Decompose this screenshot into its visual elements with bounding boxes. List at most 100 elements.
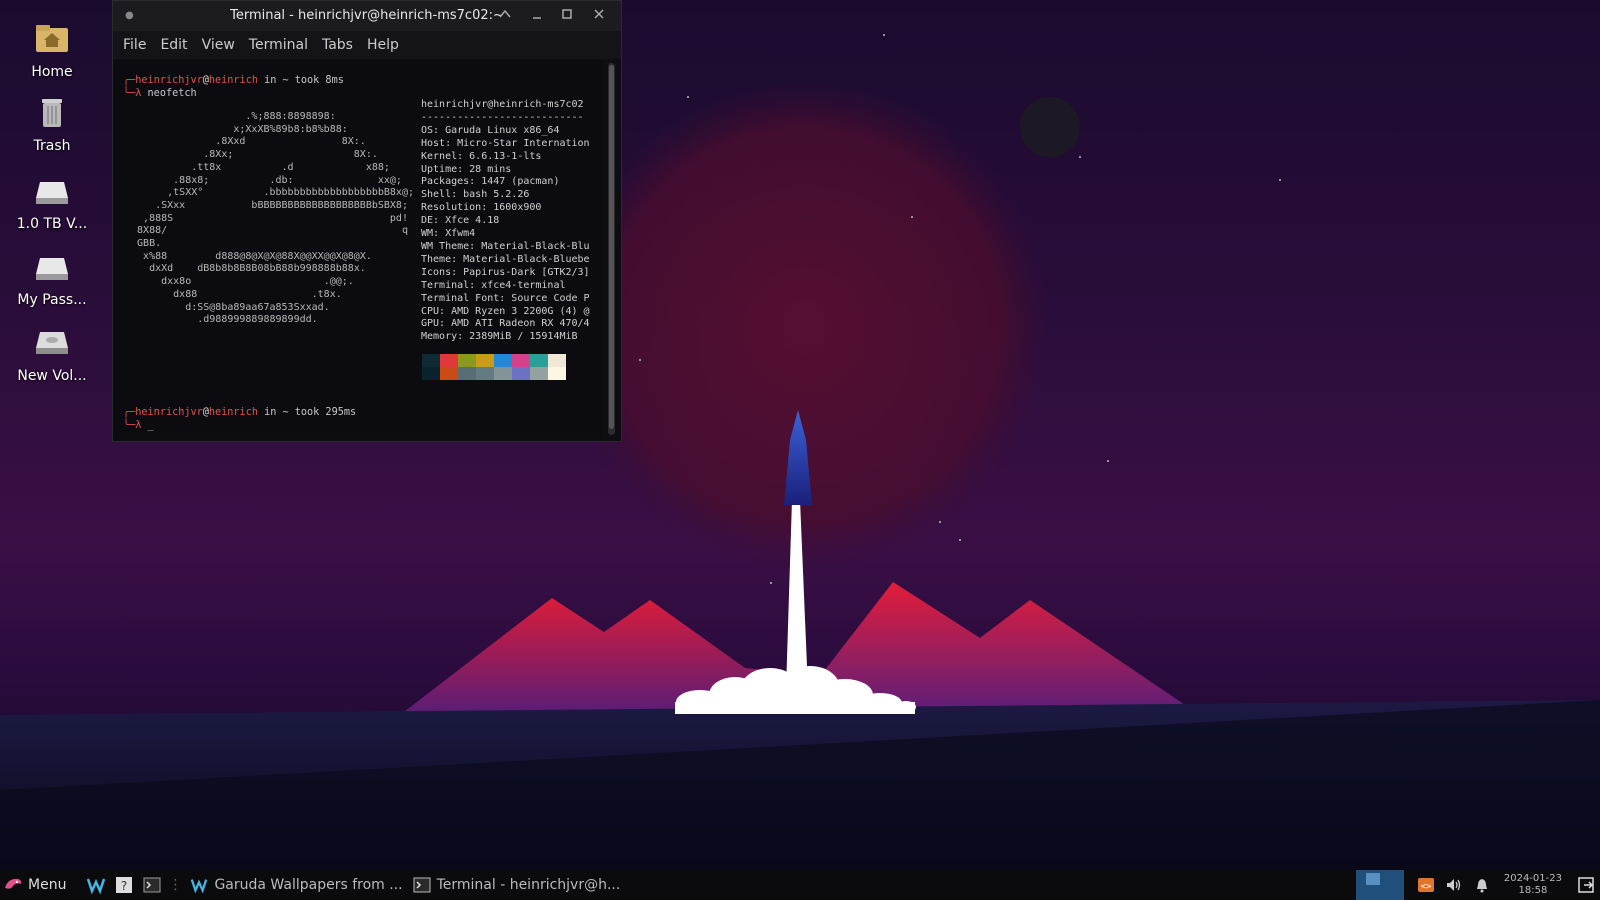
launcher-help[interactable]: ? (114, 875, 134, 895)
garuda-wallpaper-icon (191, 879, 208, 894)
code-icon: <> (1417, 878, 1434, 892)
neofetch-info-line: WM: Xfwm4 (421, 228, 476, 240)
minimize-icon (533, 17, 541, 19)
menu-label: Menu (28, 877, 67, 893)
system-tray: <> 2024-01-23 18:58 (1355, 870, 1600, 900)
workspace-switcher[interactable] (1355, 870, 1404, 900)
bell-icon (1476, 879, 1487, 893)
prompt-line-2: ╭─heinrichjvr@heinrich in ~ took 295ms (123, 407, 357, 418)
desktop-icon-label: Home (31, 64, 73, 80)
neofetch-info-line: CPU: AMD Ryzen 3 2200G (4) @ (421, 305, 590, 317)
neofetch-ascii-logo: .%;888:8898898: x;XxXB%89b8:b8%b88: .8Xx… (137, 111, 414, 326)
menu-view[interactable]: View (202, 37, 235, 53)
garuda-w-icon (87, 878, 106, 895)
notifications-button[interactable] (1472, 875, 1492, 895)
command-line-2[interactable]: ╰─λ _ (123, 419, 154, 432)
color-swatch (476, 367, 494, 380)
desktop-icon-label: 1.0 TB V... (16, 216, 88, 232)
neofetch-info: heinrichjvr@heinrich-ms7c02 -------------… (421, 99, 590, 344)
color-swatches (422, 354, 567, 380)
neofetch-info-line: Terminal Font: Source Code P (421, 292, 590, 304)
svg-text:?: ? (121, 879, 127, 893)
neofetch-info-line: --------------------------- (421, 111, 584, 123)
task-label: Terminal - heinrichjvr@h... (436, 877, 621, 893)
terminal-output[interactable]: ╭─heinrichjvr@heinrich in ~ took 8ms ╰─λ… (113, 61, 603, 439)
drive-icon (36, 332, 68, 354)
launcher-terminal[interactable] (142, 875, 162, 895)
color-swatch (458, 367, 476, 380)
color-swatch (422, 354, 440, 367)
close-icon (594, 9, 604, 19)
color-swatch (494, 367, 512, 380)
window-titlebar[interactable]: ● Terminal - heinrichjvr@heinrich-ms7c02… (113, 1, 621, 31)
color-swatch (422, 367, 440, 380)
color-swatch (458, 354, 476, 367)
launcher-garuda-wallpapers[interactable] (86, 875, 106, 895)
neofetch-info-line: Terminal: xfce4-terminal (421, 279, 566, 291)
clock-date: 2024-01-23 (1503, 873, 1562, 884)
neofetch-info-line: heinrichjvr@heinrich-ms7c02 (421, 99, 584, 110)
close-button[interactable] (589, 6, 609, 26)
desktop-icon-drive-1tb[interactable]: 1.0 TB V... (8, 170, 96, 232)
desktop-icon-drive-mypass[interactable]: My Pass... (8, 246, 96, 308)
prompt-line-1: ╭─heinrichjvr@heinrich in ~ took 8ms (123, 75, 344, 86)
volume-button[interactable] (1444, 875, 1464, 895)
task-garuda-wallpapers[interactable]: Garuda Wallpapers from ... (190, 876, 403, 894)
chevron-up-icon (499, 9, 511, 18)
terminal-menubar: File Edit View Terminal Tabs Help (113, 31, 621, 59)
terminal-icon (413, 877, 431, 893)
desktop-icon-home[interactable]: Home (8, 18, 96, 80)
command-line-1: ╰─λ neofetch (123, 88, 197, 99)
neofetch-info-line: Host: Micro-Star Internation (421, 137, 590, 149)
neofetch-info-line: GPU: AMD ATI Radeon RX 470/4 (421, 318, 590, 330)
color-swatch (530, 354, 548, 367)
desktop-icon-trash[interactable]: Trash (8, 92, 96, 154)
neofetch-info-line: Uptime: 28 mins (421, 163, 512, 175)
terminal-scrollbar[interactable] (608, 63, 615, 435)
menu-edit[interactable]: Edit (160, 37, 187, 53)
drive-icon (36, 182, 68, 204)
maximize-icon (562, 9, 572, 19)
neofetch-info-line: Shell: bash 5.2.26 (421, 189, 530, 201)
minimize-button[interactable] (527, 6, 547, 26)
menu-file[interactable]: File (123, 37, 146, 53)
desktop-icon-label: My Pass... (17, 292, 87, 308)
task-terminal[interactable]: Terminal - heinrichjvr@h... (413, 876, 621, 894)
help-icon: ? (116, 877, 133, 893)
terminal-icon (143, 877, 161, 893)
color-swatch (440, 354, 458, 367)
menu-help[interactable]: Help (367, 37, 399, 53)
logout-button[interactable] (1576, 875, 1596, 895)
svg-text:<>: <> (1420, 882, 1431, 892)
menu-tabs[interactable]: Tabs (322, 37, 353, 53)
clock-time: 18:58 (1518, 885, 1548, 896)
neofetch-info-line: Memory: 2389MiB / 15914MiB (421, 331, 578, 343)
garuda-logo-icon (5, 878, 22, 889)
scrollbar-thumb[interactable] (609, 65, 614, 429)
color-swatch (548, 354, 566, 367)
volume-icon (1446, 879, 1461, 891)
desktop-icon-new-volume[interactable]: New Vol... (8, 322, 96, 384)
neofetch-info-line: DE: Xfce 4.18 (421, 215, 500, 227)
desktop-icon-label: Trash (33, 138, 71, 154)
desktop-icon-label: New Vol... (17, 368, 87, 384)
neofetch-info-line: Icons: Papirus-Dark [GTK2/3] (421, 266, 590, 278)
task-label: Garuda Wallpapers from ... (214, 877, 403, 893)
color-swatch (512, 367, 530, 380)
trash-icon (42, 99, 62, 127)
neofetch-info-line: Kernel: 6.6.13-1-lts (421, 150, 542, 162)
maximize-button[interactable] (557, 6, 577, 26)
color-swatch (530, 367, 548, 380)
shade-button[interactable] (495, 6, 515, 26)
tray-code-app[interactable]: <> (1416, 875, 1436, 895)
menu-terminal[interactable]: Terminal (249, 37, 308, 53)
whisker-menu-button[interactable]: Menu (0, 870, 66, 900)
clock[interactable]: 2024-01-23 18:58 (1504, 873, 1562, 897)
terminal-window[interactable]: ● Terminal - heinrichjvr@heinrich-ms7c02… (112, 0, 622, 442)
color-swatch (494, 354, 512, 367)
color-swatch (440, 367, 458, 380)
taskbar-separator: ⋮ (168, 877, 183, 893)
workspace-window-preview (1365, 873, 1380, 885)
drive-icon (36, 258, 68, 280)
color-swatch (476, 354, 494, 367)
